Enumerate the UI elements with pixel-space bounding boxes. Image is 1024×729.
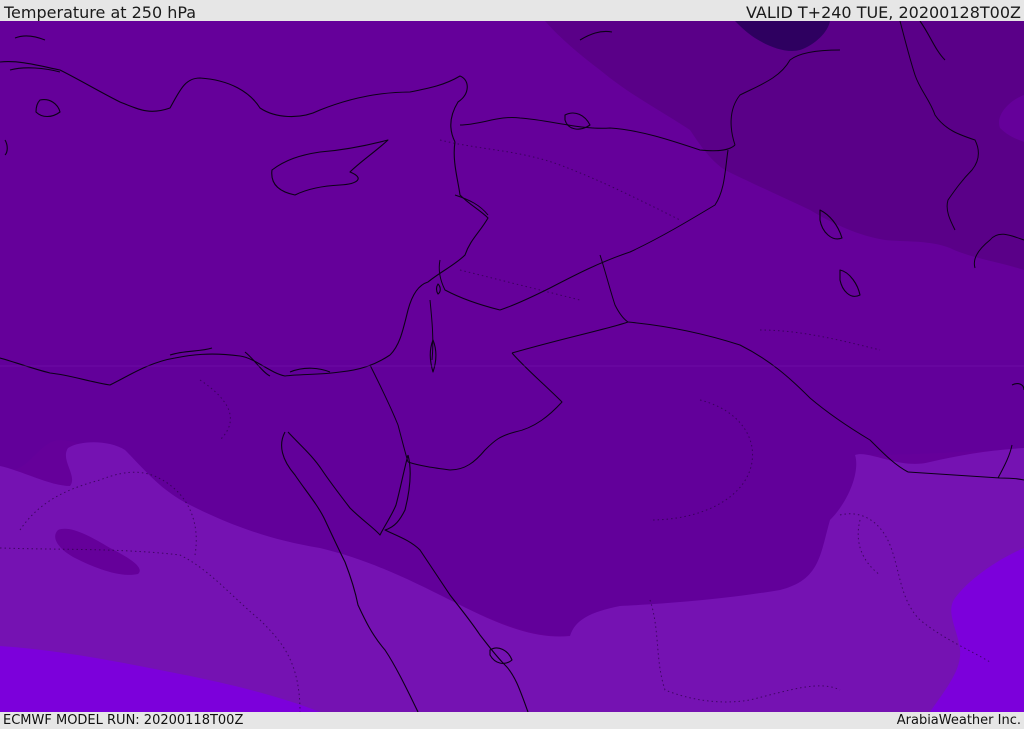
map-title: Temperature at 250 hPa (4, 3, 197, 22)
map-canvas (0, 21, 1024, 712)
model-run-label: ECMWF MODEL RUN: 20200118T00Z (3, 713, 244, 728)
footer-bar: ECMWF MODEL RUN: 20200118T00Z ArabiaWeat… (0, 712, 1024, 729)
valid-time: VALID T+240 TUE, 20200128T00Z (745, 3, 1021, 22)
credit-label: ArabiaWeather Inc. (896, 713, 1021, 728)
header-bar: Temperature at 250 hPa VALID T+240 TUE, … (0, 0, 1024, 22)
forecast-map-frame: Temperature at 250 hPa VALID T+240 TUE, … (0, 0, 1024, 729)
temperature-map (0, 21, 1024, 712)
